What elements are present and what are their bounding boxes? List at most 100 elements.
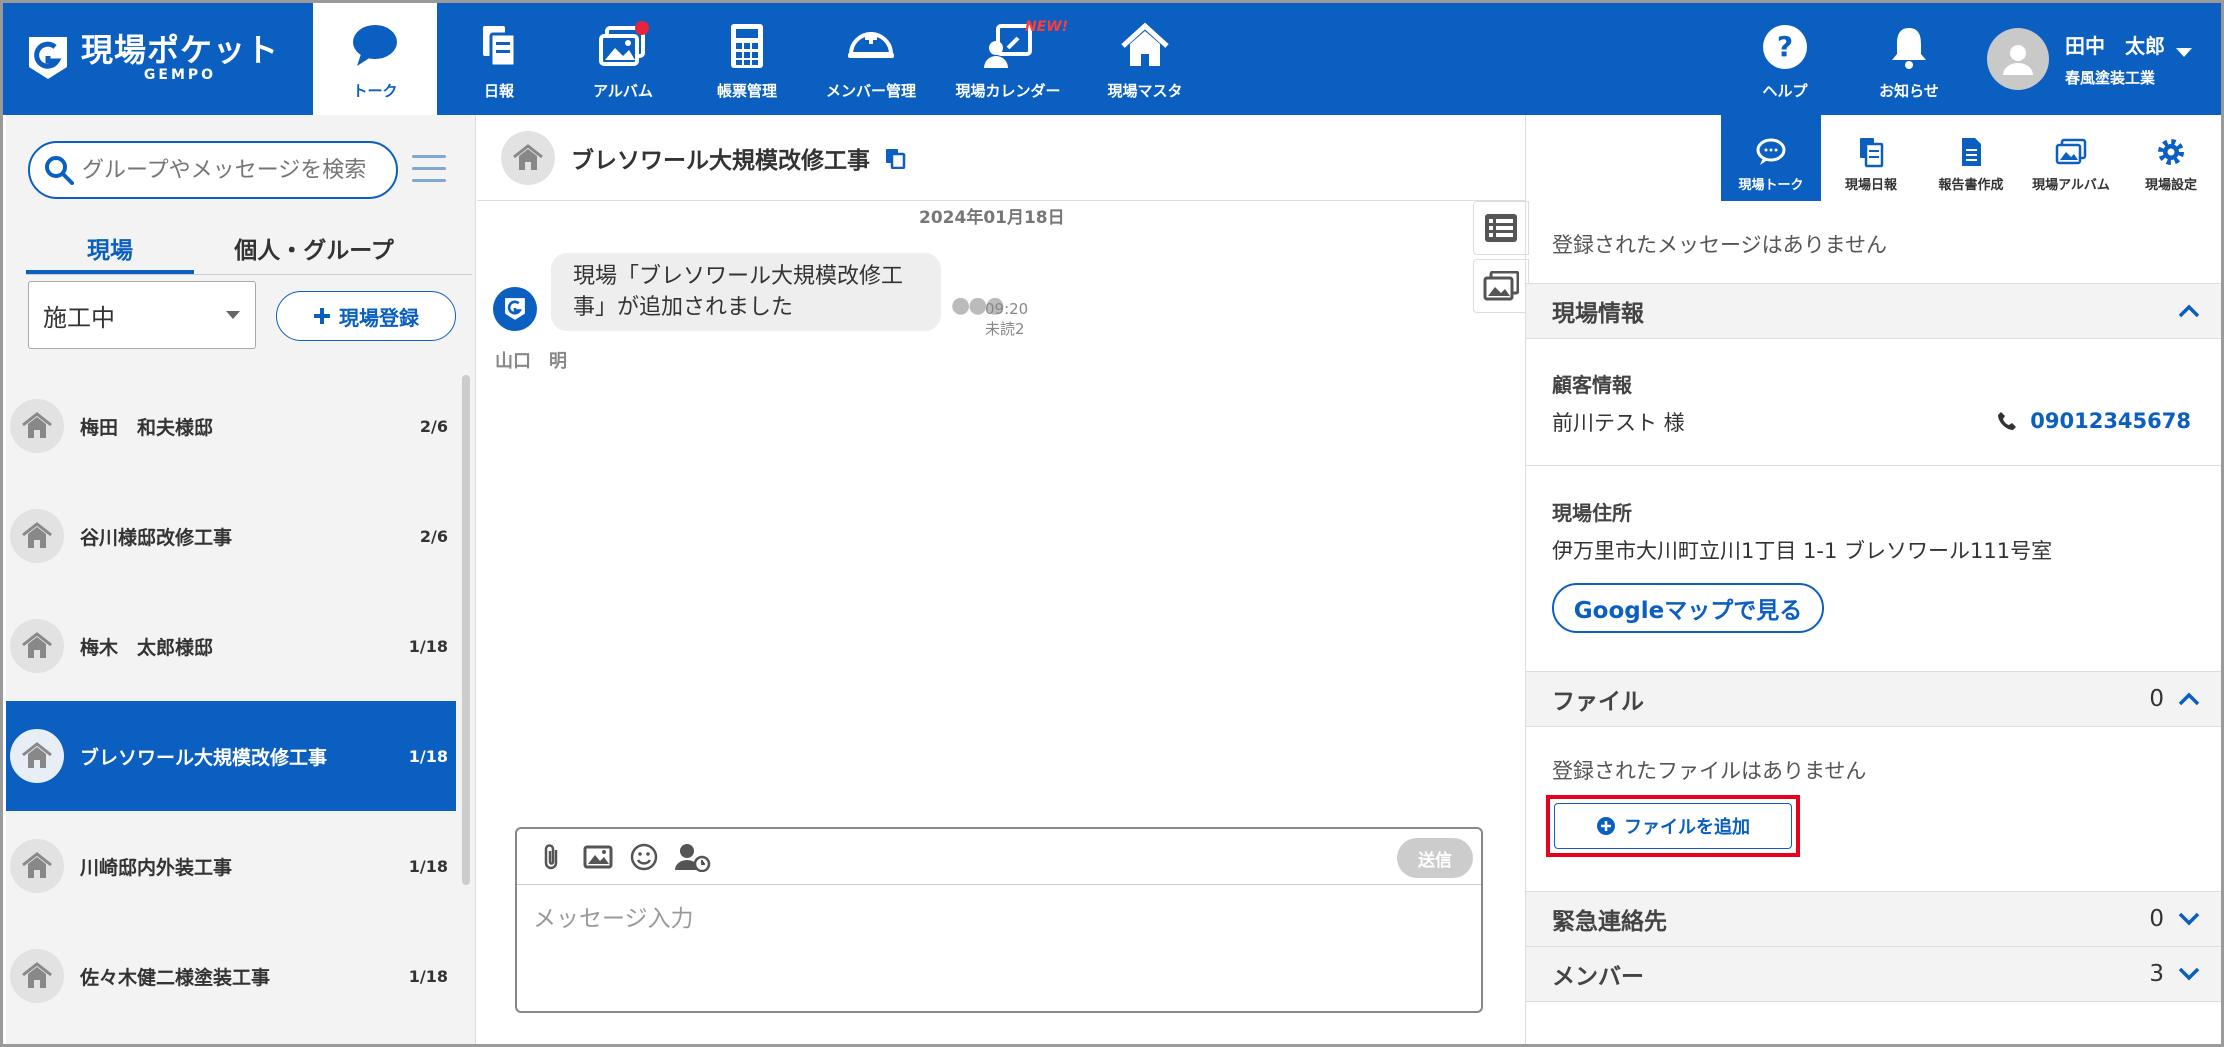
chevron-down-icon [2178, 912, 2200, 926]
member-header[interactable]: メンバー 3 [1526, 946, 2221, 1002]
document-icon [1962, 138, 1981, 166]
nav-calendar[interactable]: NEW! 現場カレンダー [933, 3, 1083, 115]
tab-site-talk[interactable]: 現場トーク [1721, 115, 1821, 201]
address-label: 現場住所 [1552, 501, 1632, 525]
customer-phone-link[interactable]: 09012345678 [1996, 409, 2191, 433]
register-site-button[interactable]: 現場登録 [276, 291, 456, 341]
house-icon [1121, 22, 1169, 66]
tab-site-talk-label: 現場トーク [1738, 178, 1804, 193]
list-item[interactable]: 佐々木健二様塗装工事 1/18 [6, 921, 456, 1031]
user-name: 田中 太郎 [2065, 34, 2165, 58]
chat-area: ブレソワール大規模改修工事 2024年01月18日 現場「ブレソワール大規模改修… [477, 115, 1529, 1044]
search-icon [45, 156, 74, 185]
list-item[interactable]: 谷川様邸改修工事 2/6 [6, 481, 456, 591]
avatar [1987, 28, 2049, 90]
sidebar: 現場 個人・グループ 施工中 現場登録 梅田 和夫様邸 2/6 谷川様邸改修工事… [6, 115, 476, 1044]
app-logo[interactable]: 現場ポケット GEMPO [25, 33, 279, 83]
status-filter-select[interactable]: 施工中 [28, 281, 256, 349]
tab-site-album[interactable]: 現場アルバム [2021, 115, 2121, 201]
logo-icon [29, 37, 67, 79]
tab-personal-group[interactable]: 個人・グループ [194, 215, 434, 274]
nav-album[interactable]: アルバム [561, 3, 685, 115]
tab-create-report[interactable]: 報告書作成 [1921, 115, 2021, 201]
notice-label: お知らせ [1879, 82, 1939, 100]
album-view-button[interactable] [1473, 259, 1529, 313]
site-name: ブレソワール大規模改修工事 [80, 746, 328, 769]
notice-button[interactable]: お知らせ [1847, 3, 1971, 115]
chat-title: ブレソワール大規模改修工事 [571, 147, 870, 174]
add-file-button[interactable]: ファイルを追加 [1554, 803, 1792, 849]
nav-report[interactable]: 日報 [437, 3, 561, 115]
album-icon [2055, 138, 2087, 165]
file-count: 0 [2149, 686, 2164, 712]
list-item[interactable]: 川崎邸内外装工事 1/18 [6, 811, 456, 921]
message-meta: 09:20 未読2 [985, 299, 1028, 339]
logo-sub-text: GEMPO [143, 67, 217, 83]
emoji-icon[interactable] [629, 842, 659, 872]
nav-report-label: 日報 [483, 82, 514, 100]
gear-icon [2158, 139, 2184, 165]
list-item[interactable]: 梅木 太郎様邸 1/18 [6, 591, 456, 701]
house-icon [10, 839, 64, 893]
site-address: 伊万里市大川町立川1丁目 1-1 ブレソワール111号室 [1552, 539, 2053, 563]
tab-site-report[interactable]: 現場日報 [1821, 115, 1921, 201]
nav-members[interactable]: メンバー管理 [809, 3, 933, 115]
emergency-contact-header[interactable]: 緊急連絡先 0 [1526, 891, 2221, 947]
svg-text:?: ? [1777, 30, 1793, 63]
tab-site-album-label: 現場アルバム [2032, 178, 2110, 193]
chat-icon [353, 25, 397, 66]
message-input[interactable]: メッセージ入力 [533, 899, 694, 933]
copy-icon[interactable] [884, 147, 906, 169]
list-item-active[interactable]: ブレソワール大規模改修工事 1/18 [6, 701, 456, 811]
site-info-title: 現場情報 [1552, 301, 1644, 327]
plus-icon [314, 308, 330, 324]
scheduled-mention-icon[interactable] [675, 842, 711, 872]
emergency-title: 緊急連絡先 [1552, 909, 1667, 935]
list-icon [1485, 214, 1517, 242]
nav-talk-label: トーク [352, 82, 398, 100]
help-label: ヘルプ [1762, 82, 1808, 100]
register-site-label: 現場登録 [339, 305, 419, 330]
chat-icon [1756, 138, 1786, 165]
list-item[interactable]: 梅田 和夫様邸 2/6 [6, 371, 456, 481]
message-sender: 山口 明 [495, 351, 567, 372]
nav-site-master[interactable]: 現場マスタ [1083, 3, 1207, 115]
user-menu[interactable]: 田中 太郎 春風塗装工業 [1971, 3, 2221, 115]
unread-count: 1/18 [408, 636, 448, 656]
bell-icon [1892, 28, 1926, 69]
list-view-button[interactable] [1473, 201, 1529, 255]
send-button[interactable]: 送信 [1397, 838, 1473, 878]
paperclip-icon[interactable] [537, 842, 567, 872]
chevron-up-icon [2178, 692, 2200, 706]
nav-forms[interactable]: 帳票管理 [685, 3, 809, 115]
tab-site-settings-label: 現場設定 [2144, 178, 2197, 193]
notification-dot [635, 21, 649, 35]
tab-site-settings[interactable]: 現場設定 [2121, 115, 2221, 201]
message-bubble[interactable]: 現場「ブレソワール大規模改修工事」が追加されました [551, 253, 941, 331]
chevron-down-icon [2176, 48, 2192, 57]
panel-tabs: 現場トーク 現場日報 報告書作成 現場アルバム 現場設定 [1721, 115, 2221, 201]
menu-icon[interactable] [412, 155, 446, 185]
message-time: 09:20 [985, 300, 1029, 318]
album-icon [1483, 271, 1519, 301]
nav-members-label: メンバー管理 [825, 82, 916, 100]
site-name: 川崎邸内外装工事 [80, 856, 233, 879]
nav-site-master-label: 現場マスタ [1107, 82, 1183, 100]
site-info-header[interactable]: 現場情報 [1526, 283, 2221, 339]
file-header[interactable]: ファイル 0 [1526, 671, 2221, 727]
site-detail-panel: 現場トーク 現場日報 報告書作成 現場アルバム 現場設定 登録されたメッセージは… [1525, 115, 2221, 1044]
nav-talk[interactable]: トーク [313, 3, 437, 115]
app-frame: 現場ポケット GEMPO トーク 日報 アルバム 帳票管理 メンバー管理 NEW… [0, 0, 2224, 1047]
member-count: 3 [2149, 961, 2164, 987]
system-avatar [493, 287, 537, 331]
image-icon[interactable] [583, 842, 613, 872]
tab-sites[interactable]: 現場 [26, 215, 194, 274]
user-company: 春風塗装工業 [2065, 69, 2156, 87]
unread-count: 1/18 [408, 746, 448, 766]
google-map-button[interactable]: Googleマップで見る [1552, 583, 1824, 633]
search-input[interactable] [82, 157, 382, 183]
sidebar-scrollbar[interactable] [462, 375, 470, 885]
nav-calendar-label: 現場カレンダー [955, 82, 1061, 100]
help-button[interactable]: ? ヘルプ [1723, 3, 1847, 115]
nav-album-label: アルバム [593, 82, 653, 100]
